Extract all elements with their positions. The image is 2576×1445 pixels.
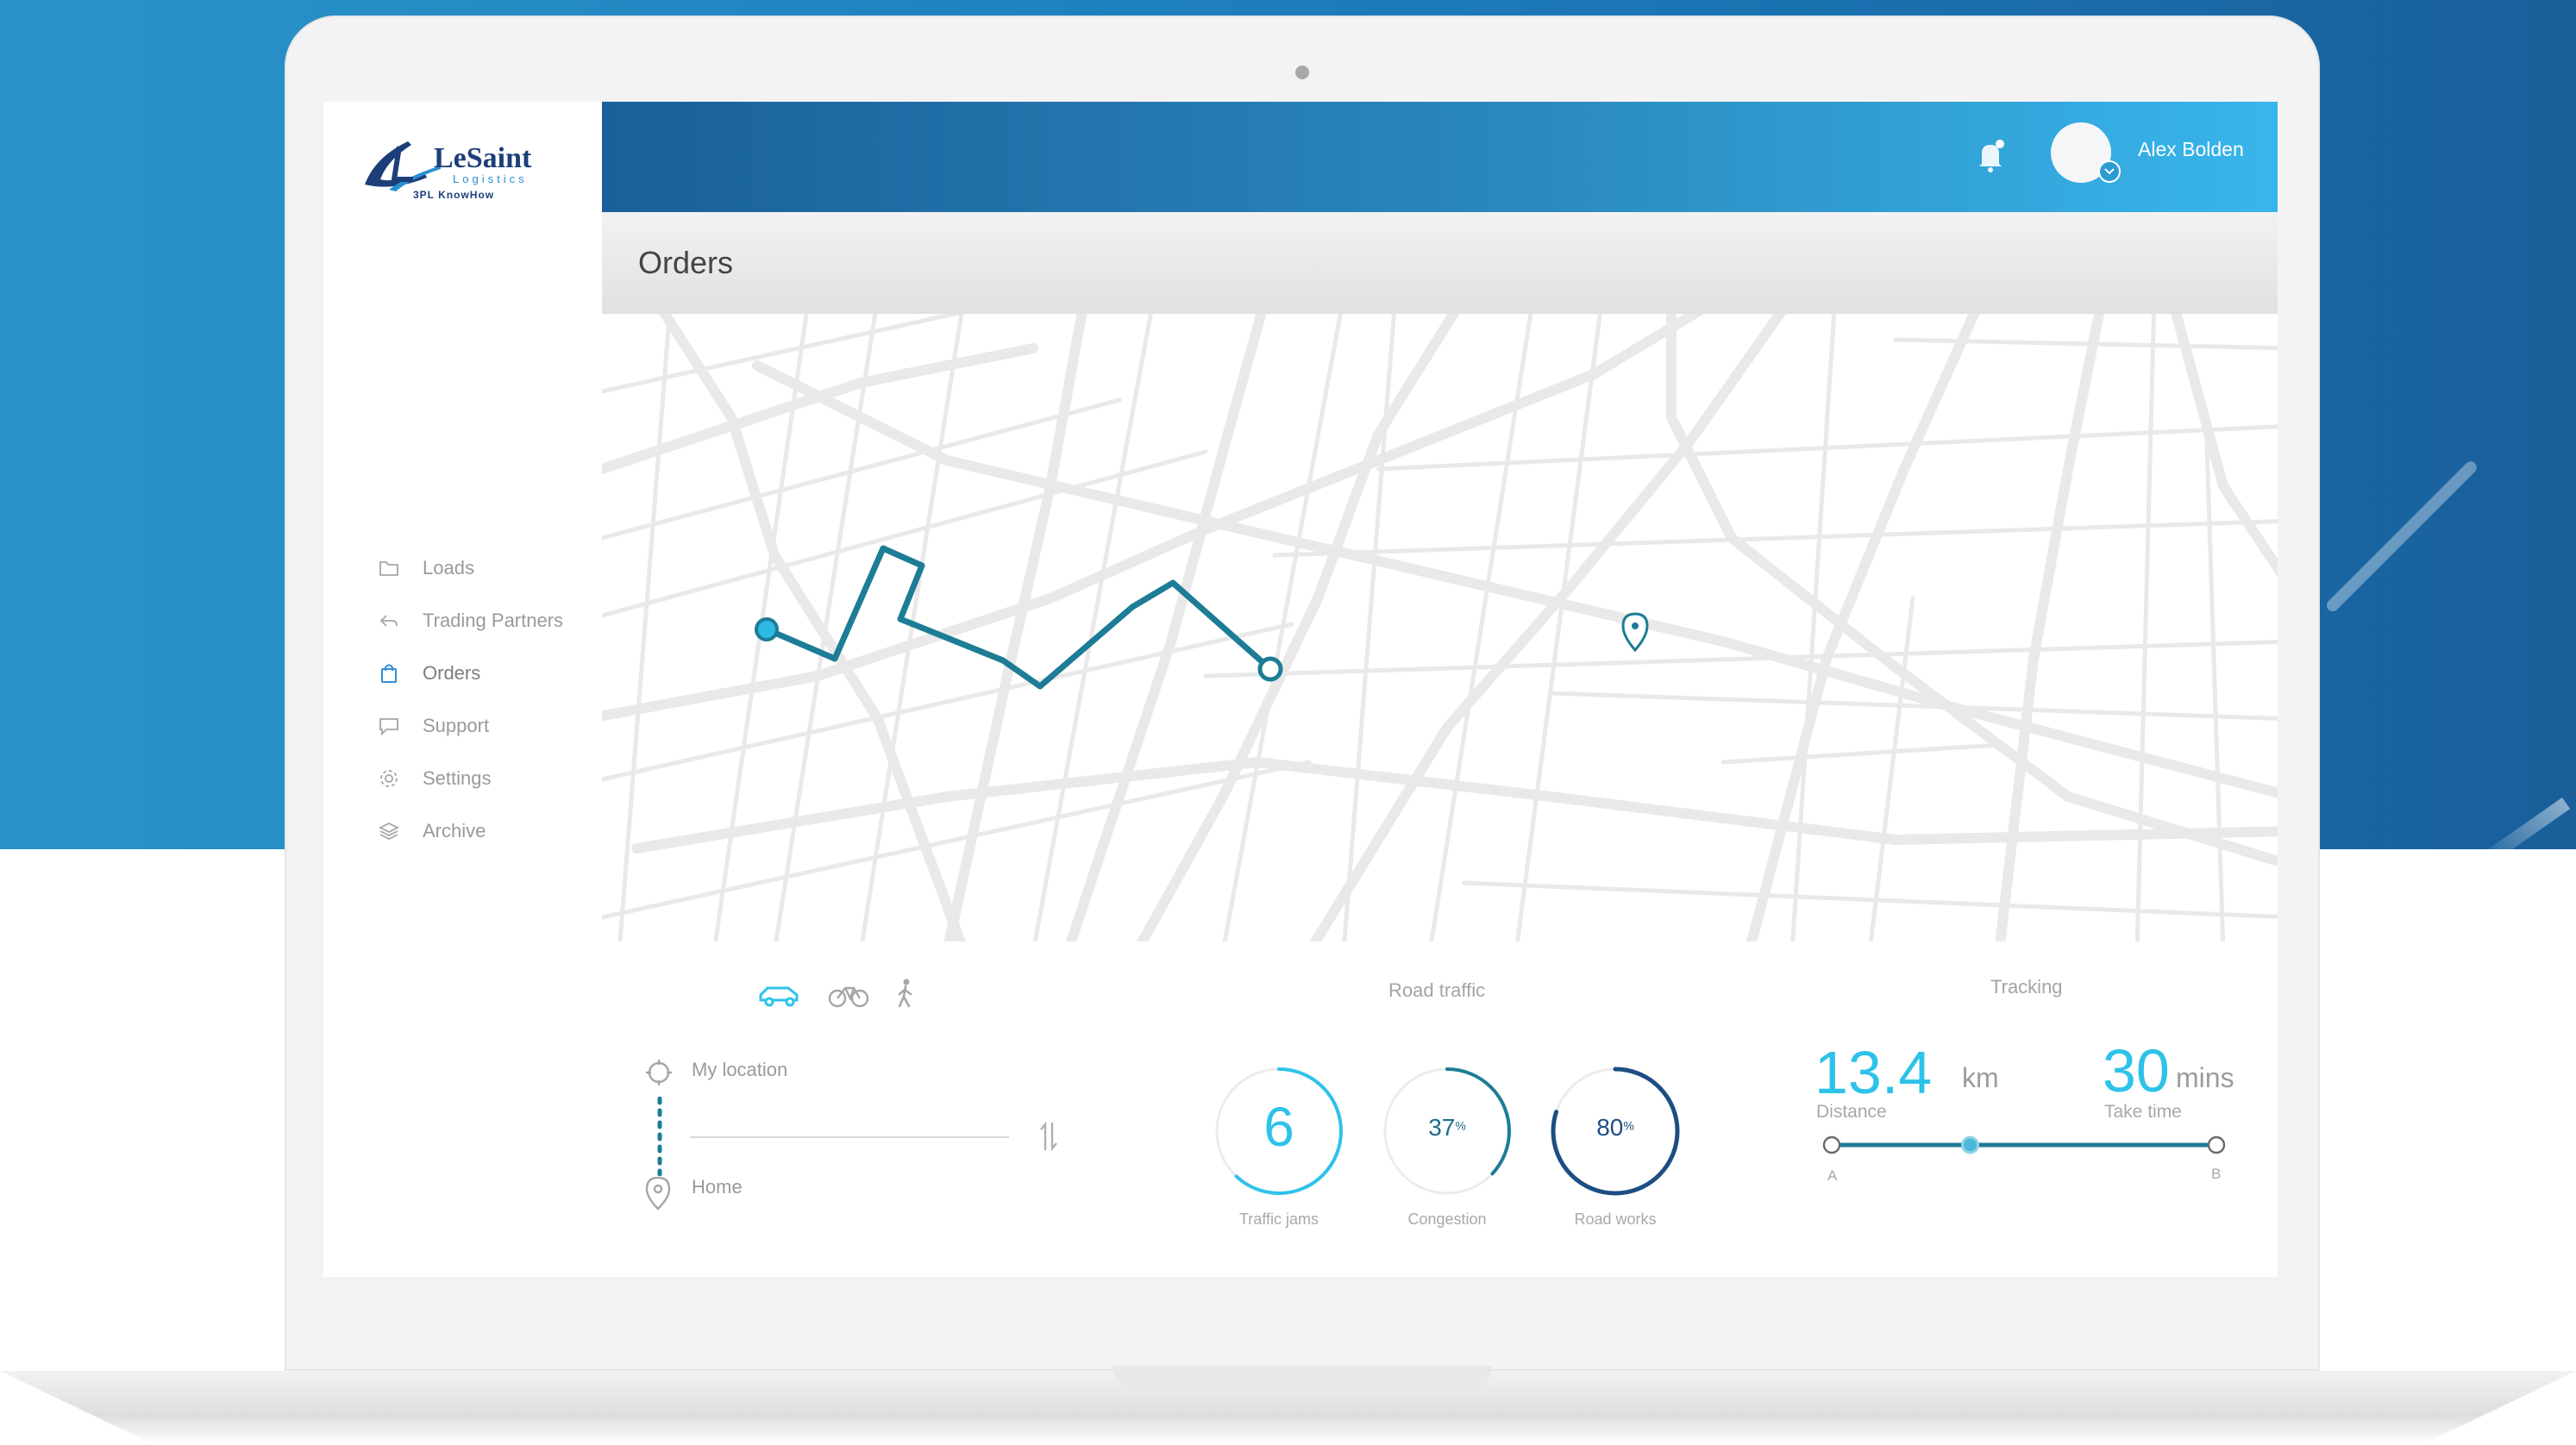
congestion-unit: % — [1455, 1118, 1466, 1133]
sidebar-item-label: Orders — [423, 661, 481, 684]
from-location-label[interactable]: My location — [692, 1059, 787, 1081]
road-works-label: Road works — [1574, 1210, 1657, 1228]
walking-icon[interactable] — [895, 978, 916, 1013]
time-unit: mins — [2176, 1062, 2234, 1093]
road-works-unit: % — [1623, 1118, 1634, 1133]
crosshair-icon — [645, 1059, 673, 1091]
webcam — [1295, 66, 1309, 79]
tracking-end-point — [2207, 1135, 2226, 1154]
sidebar-nav: Loads Trading Partners Orders Support Se… — [378, 541, 563, 857]
distance-value: 13.4 — [1814, 1039, 1933, 1106]
traffic-jams-gauge: 6 — [1210, 1062, 1348, 1200]
tracking-start-point — [1822, 1135, 1841, 1154]
sidebar-item-orders[interactable]: Orders — [378, 647, 563, 699]
tracking-progress-knob — [1961, 1135, 1980, 1154]
road-works-value-wrap: 80% — [1546, 1114, 1684, 1142]
top-header: Alex Bolden — [602, 102, 2278, 212]
sidebar-item-label: Loads — [423, 556, 474, 579]
distance-label: Distance — [1816, 1102, 1887, 1122]
congestion-value: 37 — [1428, 1114, 1456, 1141]
sidebar-item-trading-partners[interactable]: Trading Partners — [378, 594, 563, 647]
swap-arrows-icon[interactable] — [1038, 1121, 1059, 1156]
tracking-progress-slider[interactable] — [1809, 1128, 2241, 1162]
sidebar: LeSaint Logistics 3PL KnowHow Loads Trad… — [323, 102, 603, 1277]
to-location-label[interactable]: Home — [692, 1176, 743, 1198]
sidebar-item-loads[interactable]: Loads — [378, 541, 563, 594]
reply-arrow-icon — [378, 610, 400, 632]
sidebar-item-label: Trading Partners — [423, 609, 564, 631]
title-bar: Orders — [602, 212, 2278, 314]
tracking-title: Tracking — [1990, 976, 2063, 998]
tracking-start-label: A — [1827, 1167, 1838, 1184]
app-screen: LeSaint Logistics 3PL KnowHow Loads Trad… — [323, 102, 2278, 1277]
sidebar-item-label: Settings — [423, 766, 492, 789]
layers-icon — [378, 820, 400, 842]
congestion-label: Congestion — [1407, 1210, 1487, 1228]
bottom-panel: My location Home Road traffic 6 Traffic … — [602, 941, 2278, 1277]
chat-bubble-icon — [378, 715, 400, 737]
distance-unit: km — [1962, 1062, 1999, 1093]
sidebar-item-archive[interactable]: Archive — [378, 804, 563, 857]
user-name[interactable]: Alex Bolden — [2138, 138, 2244, 161]
logo-subtitle-text: Logistics — [453, 172, 528, 185]
page-title: Orders — [638, 245, 734, 280]
sidebar-item-label: Support — [423, 714, 490, 736]
route-end-marker — [1257, 656, 1283, 682]
sidebar-item-support[interactable]: Support — [378, 699, 563, 752]
route-map[interactable] — [602, 314, 2278, 941]
gear-icon — [378, 767, 400, 790]
laptop-notch — [1113, 1366, 1492, 1392]
sidebar-item-settings[interactable]: Settings — [378, 752, 563, 804]
route-start-marker — [755, 617, 779, 641]
shopping-bag-icon — [378, 662, 400, 685]
sidebar-item-label: Archive — [423, 819, 486, 841]
road-traffic-title: Road traffic — [1388, 979, 1486, 1001]
bell-icon[interactable] — [1973, 136, 2008, 176]
location-pin-icon — [645, 1176, 671, 1215]
location-pin-icon — [1621, 612, 1649, 653]
brand-logo[interactable]: LeSaint Logistics 3PL KnowHow — [358, 122, 565, 209]
traffic-jams-label: Traffic jams — [1238, 1210, 1319, 1228]
map-streets — [602, 314, 2278, 941]
car-icon[interactable] — [757, 983, 802, 1013]
congestion-value-wrap: 37% — [1378, 1114, 1516, 1142]
road-works-gauge: 80% — [1546, 1062, 1684, 1200]
notification-dot — [1996, 140, 2004, 148]
map-canvas[interactable] — [602, 314, 2278, 941]
tracking-end-label: B — [2211, 1166, 2222, 1182]
brand-logo-mark: LeSaint Logistics 3PL KnowHow — [365, 141, 532, 201]
route-dotted-connector — [657, 1096, 662, 1177]
bicycle-icon[interactable] — [828, 981, 869, 1013]
route-input-line — [690, 1136, 1009, 1138]
congestion-gauge: 37% — [1378, 1062, 1516, 1200]
traffic-jams-value: 6 — [1263, 1096, 1294, 1158]
folder-icon — [378, 557, 400, 579]
logo-tagline-text: 3PL KnowHow — [413, 189, 494, 201]
chevron-down-icon[interactable] — [2098, 160, 2121, 183]
logo-name-text: LeSaint — [434, 142, 532, 174]
road-works-value: 80 — [1596, 1114, 1624, 1141]
time-value: 30 — [2103, 1037, 2170, 1104]
time-label: Take time — [2104, 1102, 2182, 1122]
